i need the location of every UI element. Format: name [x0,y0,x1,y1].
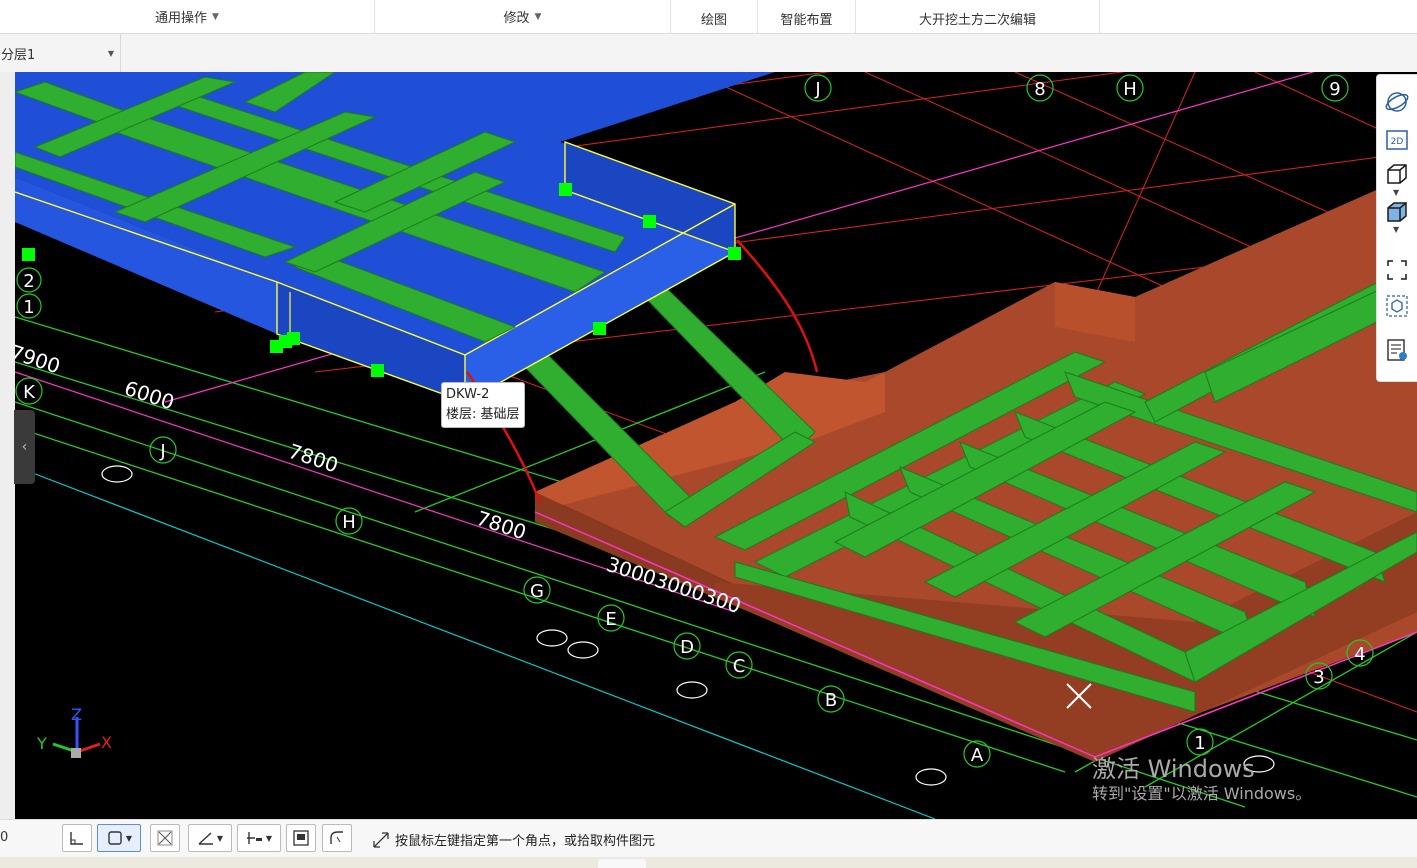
layer-display-button[interactable] [286,824,316,852]
status-hint: 按鼠标左键指定第一个角点，或拾取构件图元 [372,830,655,849]
isolate-button[interactable] [1384,293,1410,319]
orbit-icon [1385,92,1409,112]
collapse-panel-button[interactable]: ‹ [14,410,35,484]
ribbon-group-label: 修改 [503,11,530,26]
svg-text:9: 9 [1329,79,1340,100]
model-canvas[interactable]: J 8 H 9 2 1 K J H G E D C B A 4 3 1 7900… [15,72,1417,819]
svg-text:H: H [342,512,356,533]
tooltip-element-name: DKW-2 [446,387,490,402]
status-hint-text: 按鼠标左键指定第一个角点，或拾取构件图元 [395,834,656,849]
view-3d-box-button[interactable] [1384,161,1410,187]
layer-dropdown[interactable]: 分层1 ▼ [0,34,121,72]
chevron-down-icon: ▼ [125,833,133,843]
angle-snap-button[interactable]: ▼ [188,824,232,852]
view-tools-panel: 2D ▼ ▼ [1376,74,1417,382]
svg-text:J: J [814,79,820,100]
svg-text:C: C [733,656,746,677]
svg-text:E: E [605,609,616,630]
offset-button[interactable]: ▼ [237,824,281,852]
windows-activation-watermark: 激活 Windows 转到"设置"以激活 Windows。 [1092,755,1312,803]
svg-text:1: 1 [23,297,34,318]
ribbon-group-smart-layout[interactable]: 智能布置 [758,0,856,33]
svg-text:2: 2 [23,271,34,292]
display-settings-button[interactable] [1384,337,1410,363]
ribbon-group-label: 通用操作 [155,11,208,26]
chevron-down-icon: ▼ [216,833,224,843]
svg-text:X: X [101,733,112,752]
display-settings-icon [1387,339,1407,361]
view-3d-box-icon [1387,164,1407,184]
svg-text:8: 8 [1034,79,1045,100]
layer-display-icon [293,830,309,846]
svg-text:K: K [23,382,36,403]
svg-text:Z: Z [71,705,82,724]
rect-select-button[interactable]: ▼ [97,824,141,852]
svg-text:Y: Y [36,734,47,753]
ribbon-group-draw[interactable]: 绘图 [671,0,758,33]
svg-text:3: 3 [1313,667,1324,688]
svg-text:D: D [680,637,694,658]
chevron-down-icon: ▼ [534,11,542,22]
ribbon-group-excavation-edit[interactable]: 大开挖土方二次编辑 [856,0,1100,33]
cross-select-icon [157,830,173,846]
fit-screen-icon [1387,260,1407,280]
svg-text:B: B [825,690,837,711]
svg-text:J: J [159,441,165,462]
layer-dropdown-value: 分层1 [1,47,36,63]
ribbon-group-modify[interactable]: 修改 ▼ [375,0,671,33]
view-2d-icon: 2D [1386,130,1408,150]
layer-toolbar: 分层1 ▼ [0,34,1417,73]
svg-text:1: 1 [1194,733,1205,754]
ribbon-group-label: 智能布置 [780,13,833,28]
status-bar: 0 ▼ ▼ ▼ 按鼠标左键指定第一个角点，或拾取构件图元 [0,819,1417,858]
ribbon-group-label: 大开挖土方二次编辑 [918,13,1036,28]
offset-icon [246,832,262,844]
svg-text:G: G [530,581,544,602]
chevron-down-icon[interactable]: ▼ [1393,225,1399,234]
ortho-button[interactable] [62,824,92,852]
svg-text:7900: 7900 [15,340,63,379]
isolate-icon [1386,295,1408,317]
chevron-down-icon[interactable]: ▼ [1393,188,1399,197]
chevron-down-icon: ▼ [107,48,114,58]
view-2d-button[interactable]: 2D [1384,127,1410,153]
chevron-down-icon: ▼ [212,11,219,22]
cross-select-button[interactable] [150,824,180,852]
expand-arrow-icon [373,831,389,848]
bottom-strip [0,857,1417,868]
ribbon-group-general-ops[interactable]: 通用操作 ▼ [0,0,375,33]
svg-text:7800: 7800 [473,506,529,545]
fit-screen-button[interactable] [1384,257,1410,283]
3d-viewport[interactable]: J 8 H 9 2 1 K J H G E D C B A 4 3 1 7900… [15,72,1417,819]
svg-text:2D: 2D [1391,137,1404,147]
tooltip-floor: 楼层: 基础层 [446,407,520,422]
svg-text:4: 4 [1354,644,1365,665]
svg-text:A: A [971,745,984,766]
view-solid-box-icon [1387,202,1407,222]
rect-select-icon [108,831,122,845]
ribbon-toolbar: 通用操作 ▼ 修改 ▼ 绘图 智能布置 大开挖土方二次编辑 [0,0,1417,34]
angle-icon [198,832,213,845]
chevron-left-icon: ‹ [21,439,28,455]
chevron-down-icon: ▼ [265,833,273,843]
element-tooltip: DKW-2 楼层: 基础层 [441,382,525,428]
bottom-tab[interactable] [598,859,646,868]
arc-icon [330,831,343,844]
svg-text:H: H [1123,79,1137,100]
ribbon-group-label: 绘图 [700,13,727,28]
arc-button[interactable] [322,824,352,852]
ortho-icon [70,832,83,845]
svg-text:6000: 6000 [121,376,177,415]
orbit-button[interactable] [1384,89,1410,115]
coordinate-value: 0 [0,830,9,845]
axis-triad: Z X Y [36,705,112,758]
view-solid-box-button[interactable] [1384,199,1410,225]
